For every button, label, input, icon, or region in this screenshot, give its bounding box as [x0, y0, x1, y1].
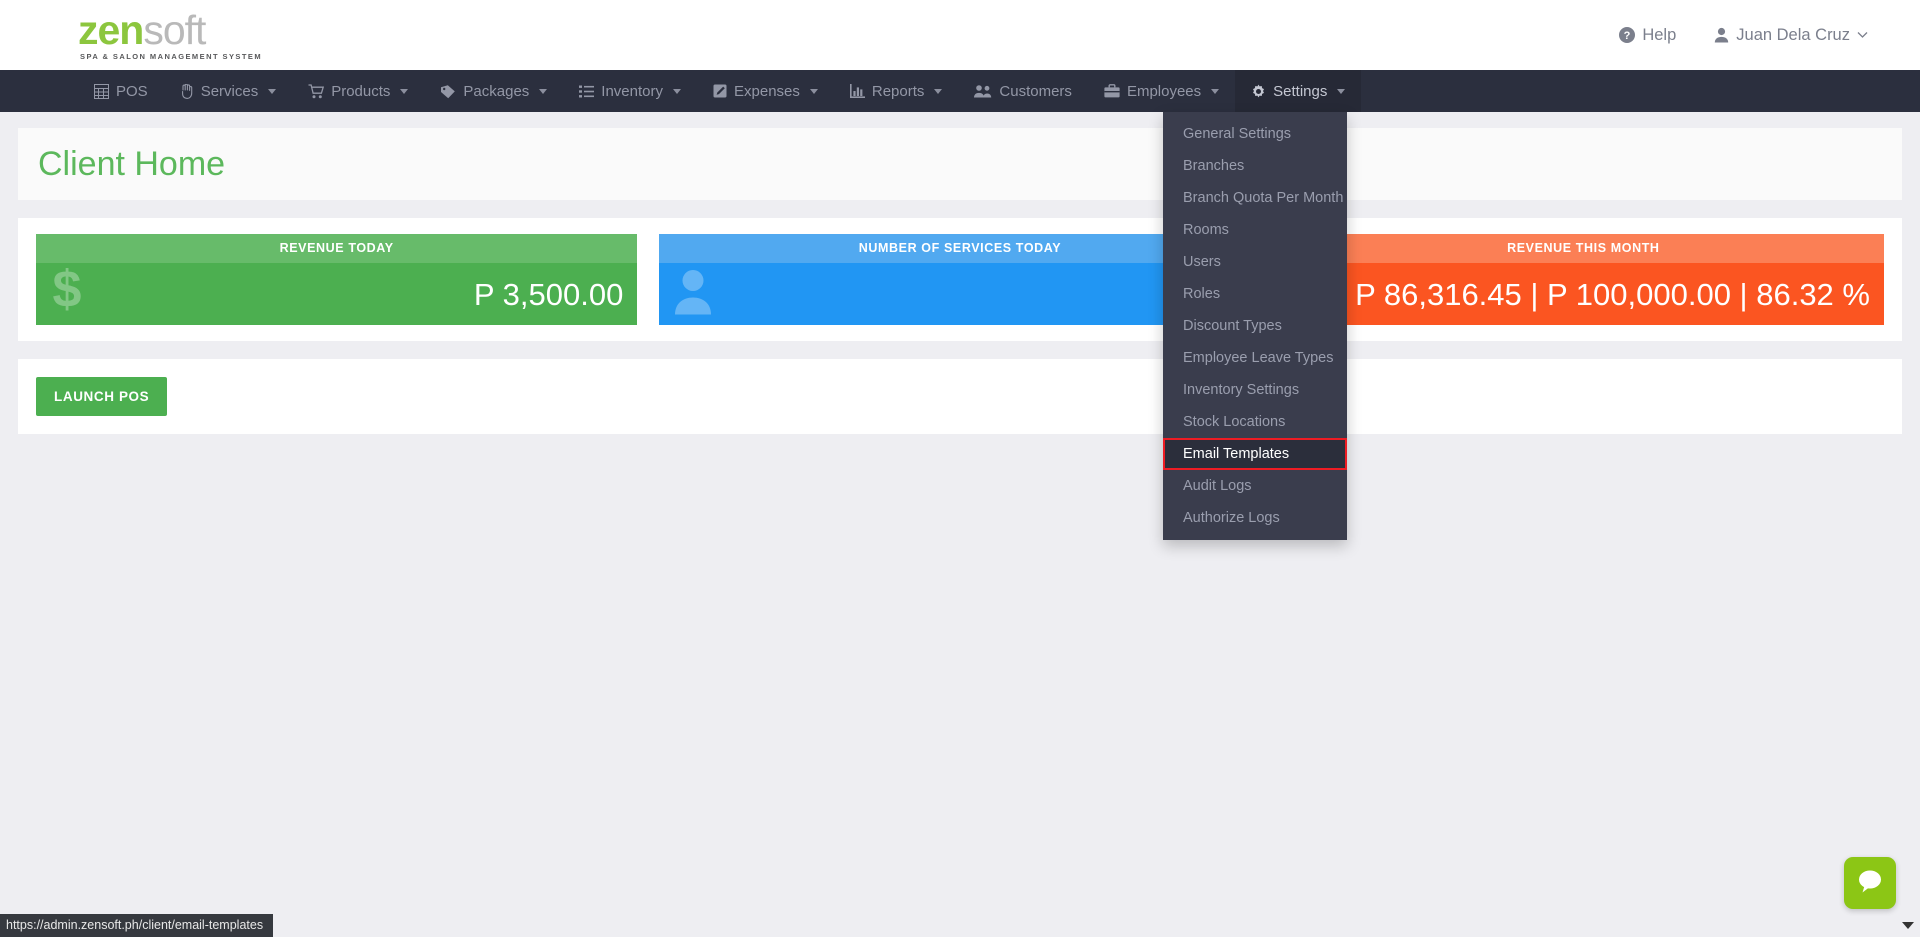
chevron-down-icon [1211, 88, 1220, 94]
chevron-down-icon [1337, 88, 1346, 94]
list-icon [579, 85, 595, 98]
nav-label: Settings [1273, 82, 1328, 100]
svg-text:?: ? [1624, 30, 1631, 42]
user-icon [673, 268, 713, 321]
menu-item-users[interactable]: Users [1163, 246, 1347, 278]
gear-icon [1251, 84, 1266, 99]
user-icon [1714, 27, 1729, 43]
nav-label: Services [200, 82, 259, 100]
chat-bubble-icon [1856, 868, 1884, 899]
caret-down-icon[interactable] [1902, 922, 1914, 929]
dollar-sign-icon: $ [50, 261, 84, 322]
menu-item-stock-locations[interactable]: Stock Locations [1163, 406, 1347, 438]
nav-item-inventory[interactable]: Inventory [563, 70, 697, 112]
stats-card-row: REVENUE TODAY $ P 3,500.00 NUMBER OF SER… [18, 218, 1902, 341]
stat-card-revenue-today: REVENUE TODAY $ P 3,500.00 [36, 234, 638, 325]
nav-item-customers[interactable]: Customers [958, 70, 1088, 112]
chevron-down-icon [934, 88, 943, 94]
nav-label: Packages [463, 82, 530, 100]
nav-item-products[interactable]: Products [292, 70, 424, 112]
stat-card-revenue-month: REVENUE THIS MONTH P 86,316.45 | P 100,0… [1282, 234, 1884, 325]
nav-item-settings[interactable]: Settings [1235, 70, 1362, 112]
nav-item-packages[interactable]: Packages [424, 70, 563, 112]
main-navigation: POS Services Products Packages Inventory [0, 70, 1920, 112]
page-title: Client Home [38, 144, 226, 183]
nav-item-pos[interactable]: POS [78, 70, 164, 112]
stat-card-value: P 86,316.45 | P 100,000.00 | 86.32 % [1355, 276, 1870, 312]
stat-card-header: REVENUE THIS MONTH [1282, 234, 1884, 263]
settings-dropdown-menu: General Settings Branches Branch Quota P… [1163, 112, 1347, 540]
question-circle-icon: ? [1619, 27, 1636, 43]
chevron-down-icon [673, 88, 681, 94]
page-content: Client Home REVENUE TODAY $ P 3,500.00 N… [0, 128, 1920, 434]
nav-label: Reports [871, 82, 925, 100]
pencil-square-icon [713, 84, 727, 98]
menu-item-email-templates[interactable]: Email Templates [1163, 438, 1347, 470]
stat-card-body: P 86,316.45 | P 100,000.00 | 86.32 % [1282, 263, 1884, 325]
hand-icon [180, 83, 194, 99]
stat-card-header: REVENUE TODAY [36, 234, 638, 263]
bar-chart-icon [849, 84, 865, 98]
launch-pos-button[interactable]: LAUNCH POS [36, 377, 168, 416]
chevron-down-icon [1857, 31, 1868, 39]
shopping-cart-icon [308, 83, 325, 99]
svg-text:$: $ [53, 267, 82, 317]
chevron-down-icon [539, 88, 548, 94]
help-label: Help [1642, 25, 1677, 44]
menu-item-rooms[interactable]: Rooms [1163, 214, 1347, 246]
nav-label: POS [116, 82, 148, 100]
nav-label: Employees [1126, 82, 1202, 100]
menu-item-branch-quota-per-month[interactable]: Branch Quota Per Month [1163, 182, 1347, 214]
menu-item-roles[interactable]: Roles [1163, 278, 1347, 310]
user-name-label: Juan Dela Cruz [1736, 25, 1850, 44]
help-button[interactable]: ? Help [1619, 26, 1676, 45]
nav-item-services[interactable]: Services [164, 70, 293, 112]
nav-label: Customers [999, 82, 1072, 100]
stat-card-value: P 3,500.00 [473, 276, 624, 312]
logo-soft-text: soft [143, 6, 206, 53]
chevron-down-icon [809, 88, 818, 94]
logo-text: zensoft [78, 6, 262, 53]
chevron-down-icon [268, 88, 277, 94]
menu-item-authorize-logs[interactable]: Authorize Logs [1163, 502, 1347, 534]
menu-item-inventory-settings[interactable]: Inventory Settings [1163, 374, 1347, 406]
calculator-icon [94, 83, 109, 99]
nav-item-reports[interactable]: Reports [834, 70, 959, 112]
stat-card-body: $ P 3,500.00 [36, 261, 638, 325]
nav-label: Expenses [734, 82, 800, 100]
status-bar-url: https://admin.zensoft.ph/client/email-te… [0, 914, 274, 937]
brand-tagline: SPA & SALON MANAGEMENT SYSTEM [80, 51, 263, 61]
menu-item-branches[interactable]: Branches [1163, 150, 1347, 182]
users-icon [974, 84, 992, 98]
menu-item-general-settings[interactable]: General Settings [1163, 118, 1347, 150]
user-menu-button[interactable]: Juan Dela Cruz [1714, 26, 1868, 45]
nav-item-employees[interactable]: Employees [1088, 70, 1235, 112]
chat-widget-button[interactable] [1844, 857, 1896, 909]
nav-label: Products [331, 82, 391, 100]
tag-icon [440, 84, 456, 99]
nav-label: Inventory [601, 82, 663, 100]
brand-logo[interactable]: zensoft SPA & SALON MANAGEMENT SYSTEM [78, 6, 263, 61]
top-bar-right: ? Help Juan Dela Cruz [1619, 26, 1868, 45]
chevron-down-icon [400, 88, 409, 94]
actions-row: LAUNCH POS [18, 359, 1902, 434]
nav-item-expenses[interactable]: Expenses [697, 70, 834, 112]
menu-item-audit-logs[interactable]: Audit Logs [1163, 470, 1347, 502]
menu-item-discount-types[interactable]: Discount Types [1163, 310, 1347, 342]
menu-item-employee-leave-types[interactable]: Employee Leave Types [1163, 342, 1347, 374]
briefcase-icon [1104, 84, 1120, 98]
page-title-panel: Client Home [18, 128, 1902, 200]
logo-zen-text: zen [78, 6, 144, 53]
top-bar: zensoft SPA & SALON MANAGEMENT SYSTEM ? … [0, 0, 1920, 70]
